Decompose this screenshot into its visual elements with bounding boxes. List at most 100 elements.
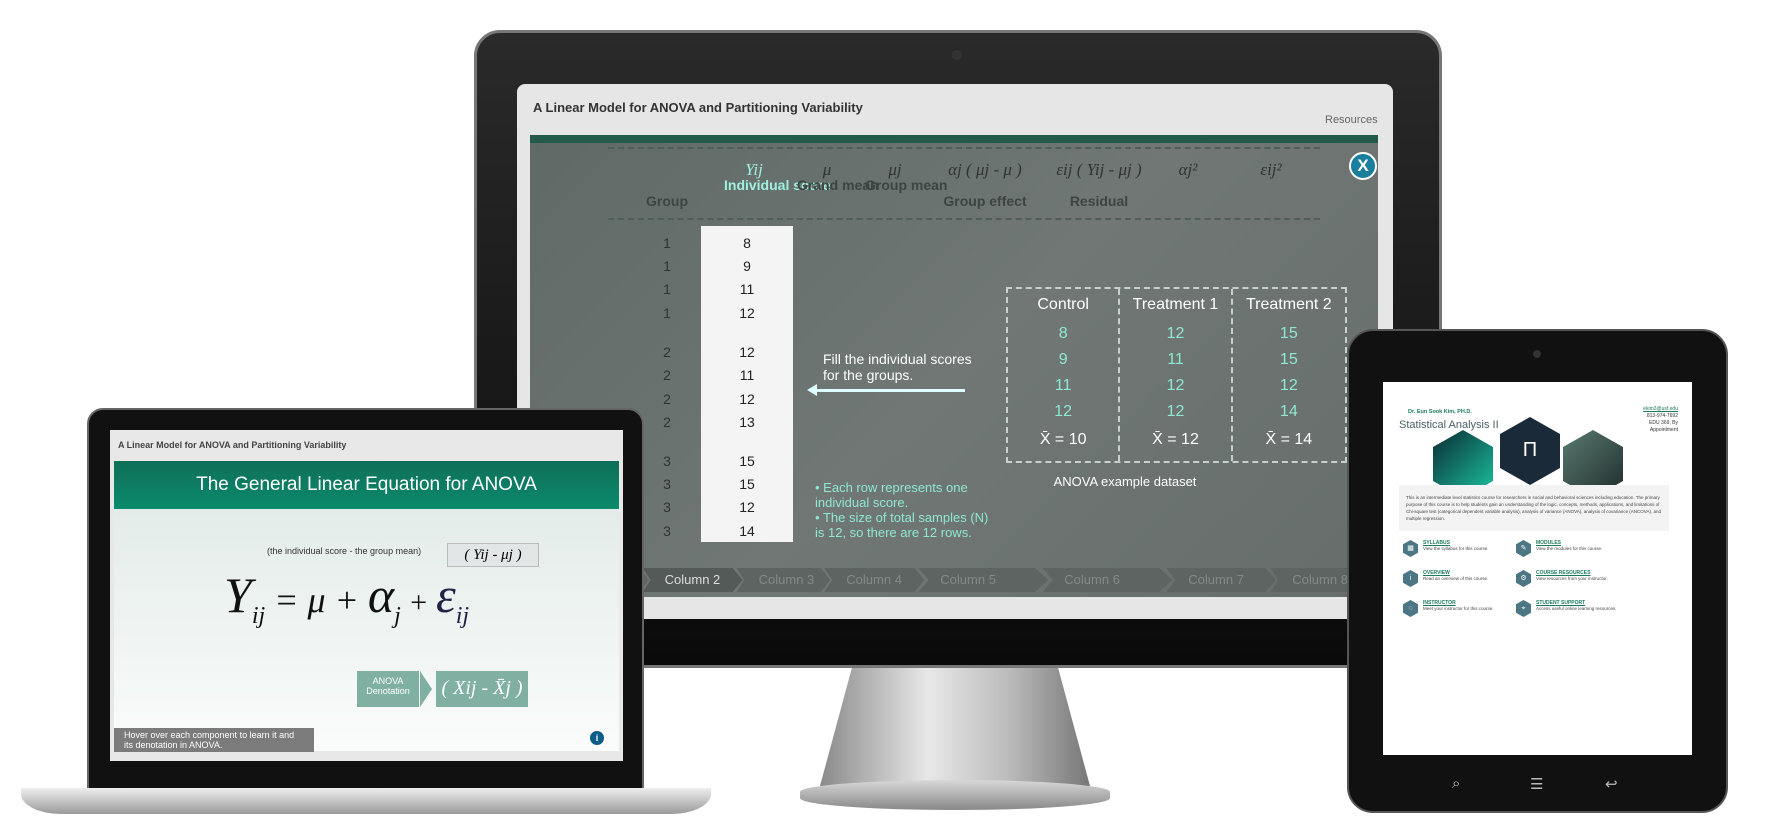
score-cell[interactable]: 11	[740, 281, 755, 297]
course-link[interactable]: ▦ SYLLABUS View the syllabus for this cour…	[1403, 540, 1533, 557]
group-cell: 1	[663, 235, 671, 251]
course-link[interactable]: i OVERVIEW Read an overview of this course…	[1403, 570, 1533, 587]
course-link[interactable]: ⚙ COURSE RESOURCES View resources from you…	[1516, 570, 1646, 587]
eq-epsilon[interactable]: εij	[436, 567, 469, 629]
course-link[interactable]: ✎ MODULES View the modules for this course…	[1516, 540, 1646, 557]
group-cell: 2	[663, 344, 671, 360]
search-icon[interactable]: ⌕	[1452, 775, 1460, 792]
dataset-value: 12	[1166, 403, 1185, 420]
column-header: Group effect	[943, 193, 1027, 209]
email-link[interactable]: ekim3@usf.edu	[1643, 406, 1678, 412]
score-cell[interactable]: 12	[739, 391, 755, 407]
dataset-value: 12	[1054, 403, 1073, 420]
score-cell[interactable]: 15	[739, 453, 755, 469]
dataset-value: 12	[1166, 377, 1185, 394]
anova-denotation-label: ANOVA Denotation	[357, 671, 419, 707]
column-symbol: αj ( μj - μ )	[948, 160, 1022, 179]
hint-text: (the individual score - the group mean)	[267, 546, 422, 556]
divider	[608, 147, 1320, 149]
menu-icon[interactable]: ☰	[1530, 775, 1543, 793]
group-cell: 1	[663, 258, 671, 274]
dataset-header: Control	[1037, 296, 1089, 313]
dataset-value: 15	[1279, 325, 1298, 342]
score-cell[interactable]: 12	[739, 499, 755, 515]
dataset-mean: X̄ = 10	[1039, 431, 1087, 448]
close-button[interactable]: X	[1349, 152, 1377, 180]
score-cell[interactable]: 12	[739, 344, 755, 360]
link-desc: Meet your instructor for this course.	[1423, 606, 1494, 611]
dataset-value: 12	[1166, 325, 1185, 342]
notes-list: Each row represents one individual score…	[815, 480, 995, 540]
dataset-value: 15	[1279, 351, 1298, 368]
note: Each row represents one individual score…	[815, 480, 995, 510]
edit-icon: ✎	[1516, 540, 1531, 557]
course-link[interactable]: ⌖ STUDENT SUPPORT Access useful online lea…	[1516, 600, 1646, 617]
back-icon[interactable]: ↩	[1605, 775, 1618, 793]
dataset-value: 11	[1167, 351, 1184, 368]
link-desc: View resources from your instructor.	[1536, 576, 1608, 581]
instructor-name: Dr. Eun Sook Kim, PH.D.	[1408, 409, 1472, 415]
laptop-base	[21, 788, 711, 814]
dataset-header: Treatment 2	[1245, 296, 1332, 313]
link-desc: Access useful online learning resources.	[1536, 606, 1617, 611]
calendar-icon: ▦	[1403, 540, 1418, 557]
score-cell[interactable]: 12	[739, 305, 755, 321]
column-nav-item[interactable]: Column 6	[1042, 568, 1173, 592]
column-nav-item[interactable]: Column 2	[642, 568, 743, 592]
dataset-table: Control 8 9 11 12 X̄ = 10 Treatment 1 12 11 12 12 X…	[1006, 287, 1347, 463]
anova-formula: ( Xij - X̄j )	[436, 671, 528, 707]
info-icon: i	[1403, 570, 1418, 587]
group-cell: 2	[663, 367, 671, 383]
dataset-mean: X̄ = 12	[1152, 431, 1199, 448]
score-cell[interactable]: 13	[739, 414, 755, 430]
dataset-column: Control 8 9 11 12 X̄ = 10	[1008, 289, 1121, 461]
link-desc: View the modules for this course.	[1536, 546, 1603, 551]
score-cell[interactable]: 11	[740, 367, 755, 383]
eq-y[interactable]: Yij	[224, 567, 265, 629]
column-nav-item[interactable]: Column 4	[824, 568, 925, 592]
slide-title: The General Linear Equation for ANOVA	[114, 461, 619, 509]
info-button[interactable]: i	[590, 731, 604, 745]
score-cell[interactable]: 15	[739, 476, 755, 492]
phone: 813-974-7692	[1646, 413, 1678, 419]
contact-info: ekim3@usf.edu 813-974-7692 EDU 369, By A…	[1643, 406, 1678, 434]
office-hours: Appointment	[1649, 427, 1678, 433]
link-desc: View the syllabus for this course.	[1423, 546, 1489, 551]
column-symbol: εij²	[1260, 160, 1282, 179]
score-cell[interactable]: 14	[739, 523, 755, 539]
dataset-caption: ANOVA example dataset	[1053, 474, 1197, 489]
score-cell[interactable]: 9	[743, 258, 751, 274]
column-nav-item[interactable]: Column 3	[736, 568, 831, 592]
course-description: This is an intermediate level statistics…	[1399, 485, 1669, 531]
dataset-value: 14	[1279, 403, 1298, 420]
location-icon: ⌖	[1516, 600, 1531, 617]
column-nav: Column 1Column 2Column 3Column 4Column 5…	[555, 568, 1371, 592]
resources-link[interactable]: Resources	[1325, 114, 1378, 126]
course-title: A Linear Model for ANOVA and Partitionin…	[533, 100, 863, 115]
column-nav-item[interactable]: Column 7	[1166, 568, 1277, 592]
monitor-stand	[820, 666, 1090, 786]
column-nav-item[interactable]: Column 5	[918, 568, 1049, 592]
laptop-screen: A Linear Model for ANOVA and Partitionin…	[110, 430, 623, 761]
course-name: Statistical Analysis II	[1399, 419, 1499, 431]
note: The size of total samples (N) is 12, so …	[815, 510, 995, 540]
group-cell: 1	[663, 281, 671, 297]
column-symbol: αj²	[1178, 160, 1198, 179]
arrow-right-icon	[420, 671, 432, 707]
banner-image: Π	[1500, 417, 1560, 485]
column-symbol: εij ( Yij - μj )	[1056, 160, 1142, 179]
eq-alpha[interactable]: αj	[368, 567, 401, 629]
dataset-value: 8	[1058, 325, 1068, 342]
group-cell: 3	[663, 453, 671, 469]
course-link[interactable]: ◌ INSTRUCTOR Meet your instructor for this…	[1403, 600, 1533, 617]
column-header: Residual	[1069, 193, 1129, 209]
dataset-mean: X̄ = 14	[1265, 431, 1313, 448]
course-title: A Linear Model for ANOVA and Partitionin…	[118, 440, 347, 450]
office: EDU 369, By	[1649, 420, 1678, 426]
column-header: Group mean	[865, 177, 948, 193]
score-cell[interactable]: 8	[743, 235, 751, 251]
dataset-value: 11	[1054, 377, 1072, 394]
dataset-header: Treatment 1	[1132, 296, 1219, 313]
dataset-column: Treatment 2 15 15 12 14 X̄ = 14	[1233, 289, 1345, 461]
camera-icon	[952, 50, 962, 60]
